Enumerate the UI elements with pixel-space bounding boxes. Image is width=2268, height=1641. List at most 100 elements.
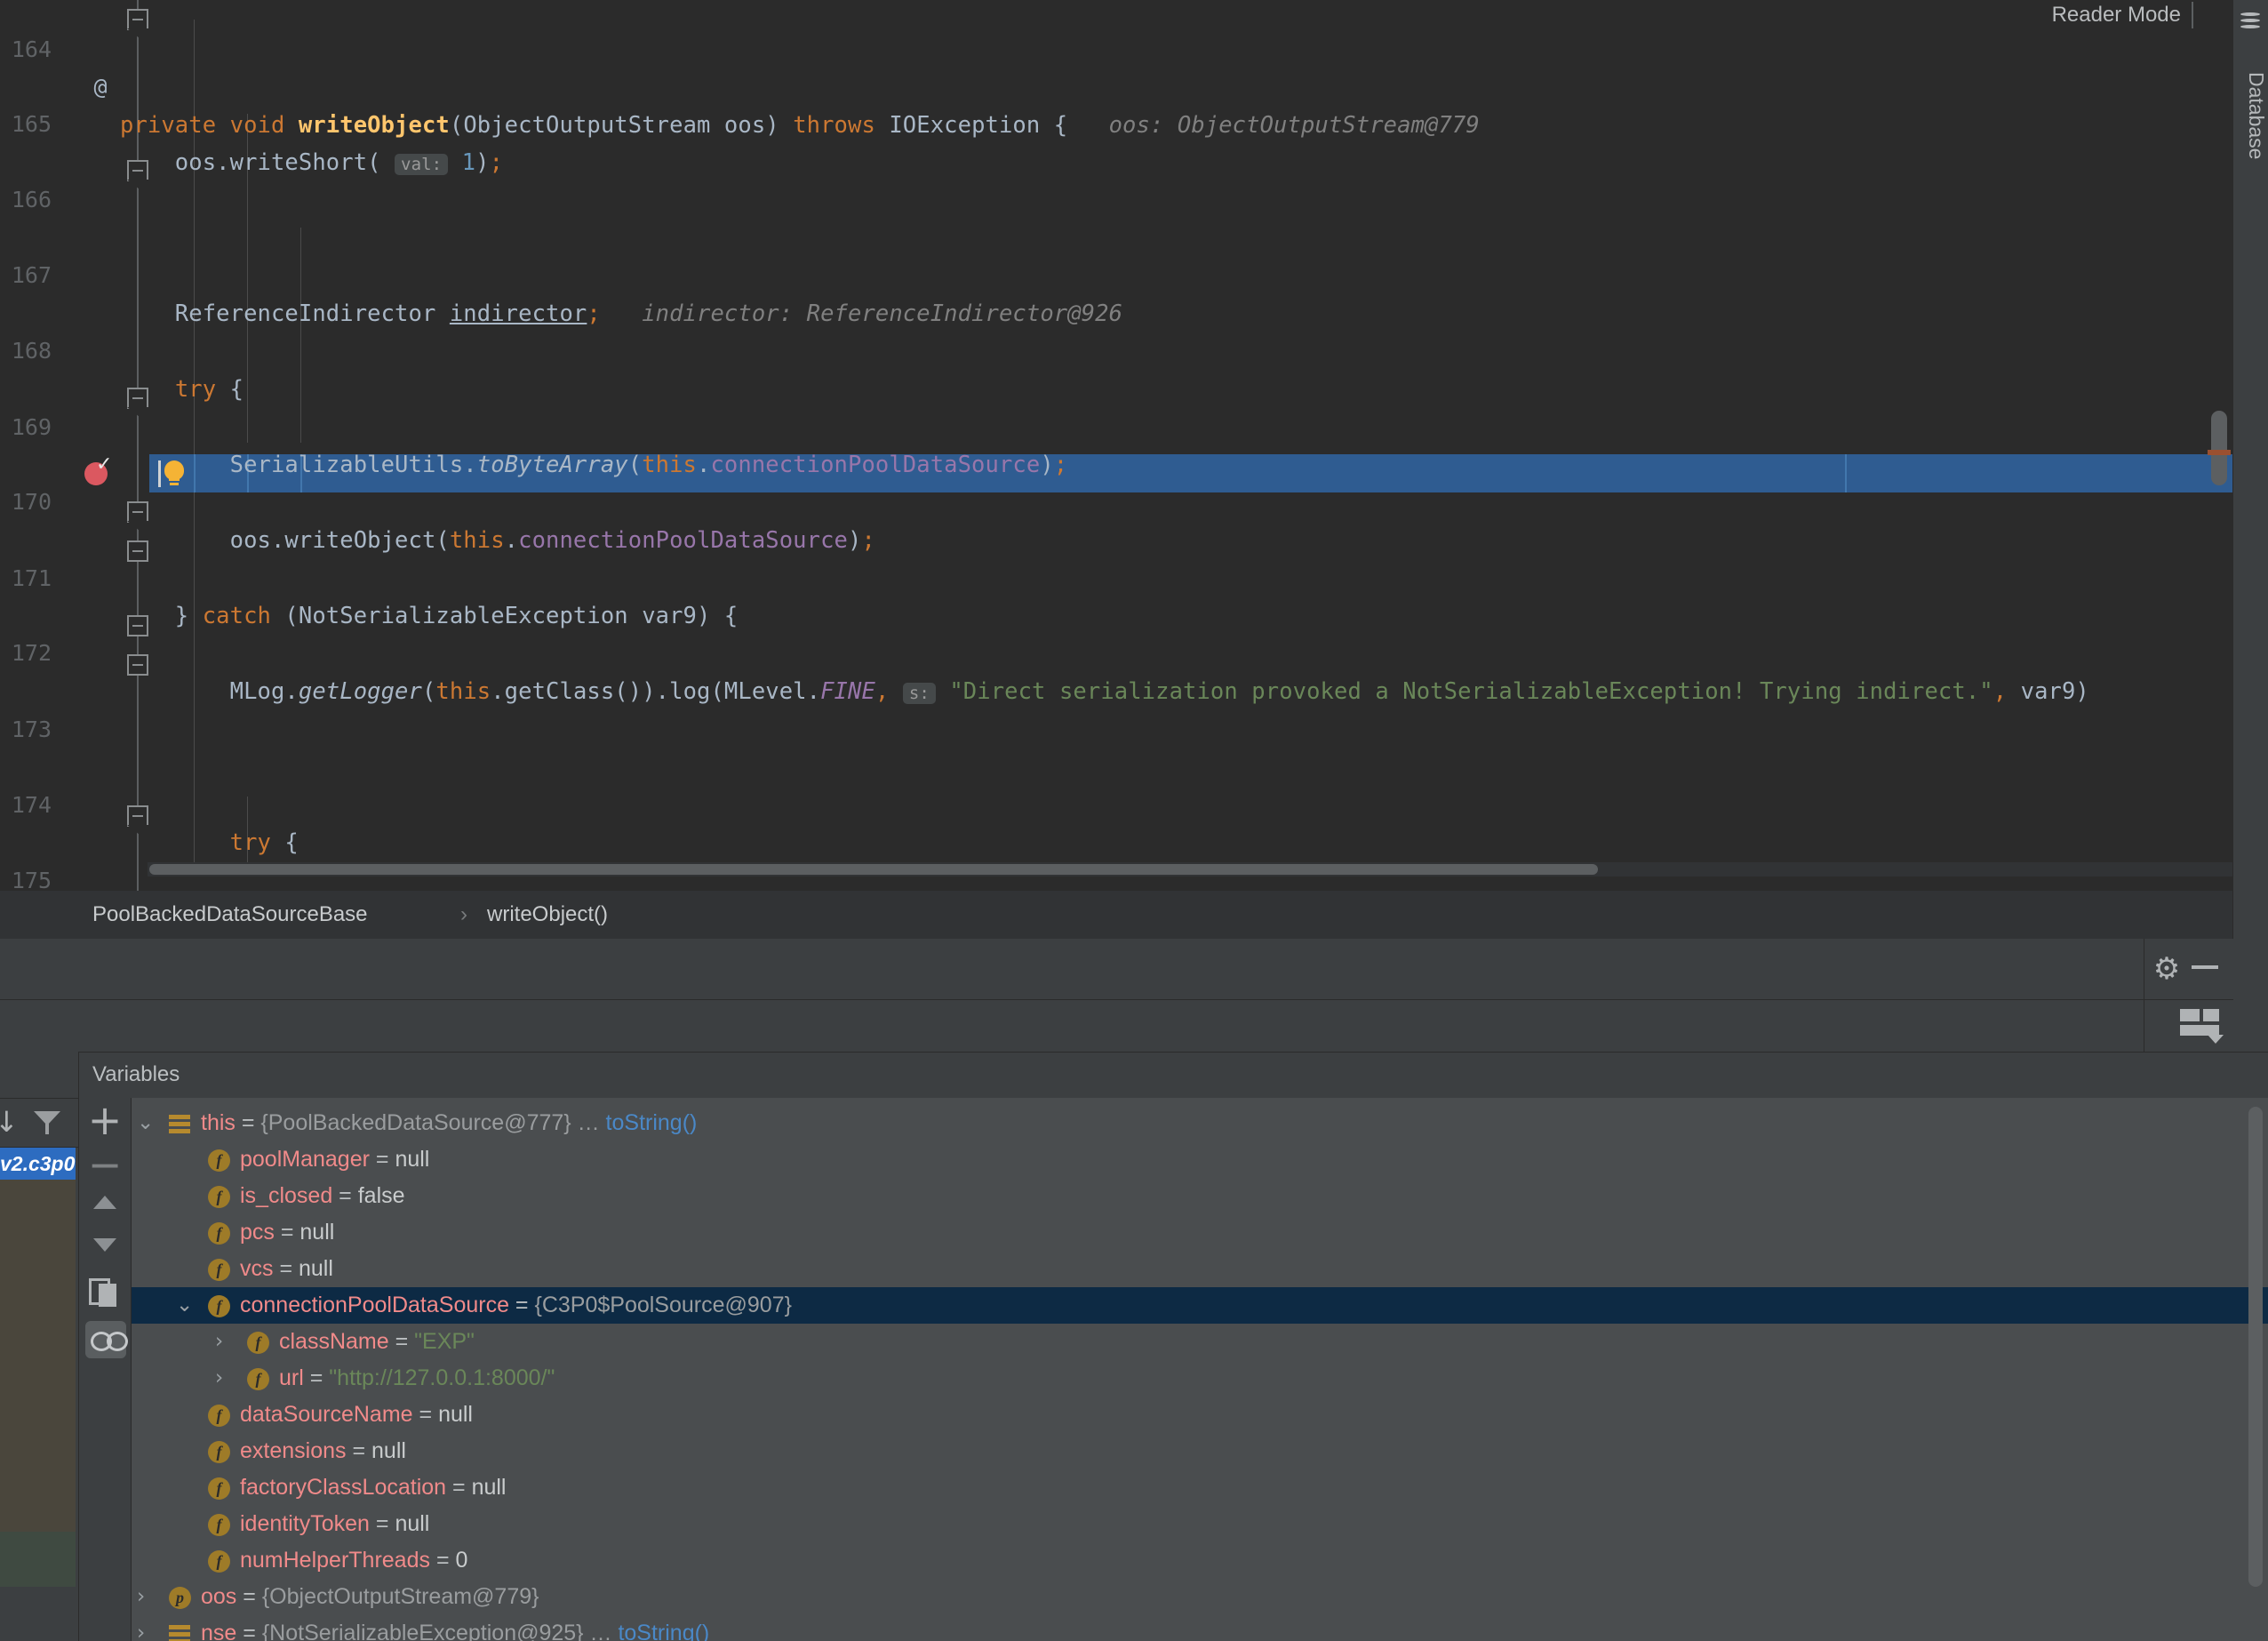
copy-icon[interactable] (89, 1278, 123, 1309)
variable-name: extensions (240, 1438, 347, 1463)
line-number: 167 (11, 262, 52, 289)
field-badge-icon: f (208, 1550, 230, 1573)
tool-window-database[interactable]: Database (2232, 36, 2268, 196)
breadcrumb-class[interactable]: PoolBackedDataSourceBase (92, 891, 368, 939)
chevron-down-icon[interactable]: ⌄ (176, 1287, 193, 1324)
variable-row[interactable]: ⌄ f connectionPoolDataSource = {C3P0$PoolS… (132, 1287, 2268, 1324)
frames-list-body-2[interactable] (0, 1532, 76, 1587)
variable-equals: = (303, 1365, 330, 1390)
chevron-right-icon[interactable]: › (215, 1360, 223, 1397)
frame-selected[interactable]: v2.c3p0 (0, 1148, 76, 1180)
variable-text: nse = {NotSerializableException@925} … t… (201, 1615, 709, 1641)
variable-text: oos = {ObjectOutputStream@779} (201, 1579, 539, 1615)
editor-line: 164 @ private void writeObject(ObjectOut… (0, 0, 2232, 139)
code-editor[interactable]: ✓ 164 @ private void writeObject(ObjectO… (0, 0, 2232, 891)
variable-row[interactable]: f dataSourceName = null (132, 1397, 2268, 1433)
tab-variables[interactable]: Variables (92, 1052, 180, 1098)
variable-row[interactable]: f numHelperThreads = 0 (132, 1542, 2268, 1579)
field-badge-icon: f (208, 1149, 230, 1172)
variable-text: extensions = null (240, 1433, 406, 1469)
variable-row[interactable]: f vcs = null (132, 1251, 2268, 1287)
variable-name: vcs (240, 1256, 274, 1281)
editor-line: 165 oos.writeShort( val: 1); (0, 68, 2232, 176)
line-number: 172 (11, 640, 52, 667)
variable-row[interactable]: › f url = "http://127.0.0.1:8000/" (132, 1360, 2268, 1397)
variable-text: factoryClassLocation = null (240, 1469, 506, 1506)
debug-toolbar-row1 (0, 939, 2144, 1000)
variable-row[interactable]: › p oos = {ObjectOutputStream@779} (132, 1579, 2268, 1615)
fold-marker-177[interactable] (127, 501, 152, 531)
variable-row[interactable]: › nse = {NotSerializableException@925} … … (132, 1615, 2268, 1641)
frames-list-body[interactable] (0, 1180, 76, 1532)
variables-scrollbar-thumb[interactable] (2248, 1107, 2263, 1587)
layout-icon[interactable] (2180, 1009, 2219, 1036)
variable-name: poolManager (240, 1147, 370, 1172)
chevron-right-icon[interactable]: › (137, 1615, 145, 1641)
variable-row[interactable]: › f className = "EXP" (132, 1324, 2268, 1360)
variable-tostring-link[interactable]: toString() (606, 1110, 698, 1135)
reader-mode-label[interactable]: Reader Mode (2052, 0, 2181, 30)
triangle-up-icon[interactable] (93, 1196, 116, 1209)
variable-value: {NotSerializableException@925} (261, 1621, 584, 1641)
variable-equals: = (346, 1438, 372, 1463)
ide-window: ✓ 164 @ private void writeObject(ObjectO… (0, 0, 2268, 1641)
minimize-icon[interactable] (2192, 965, 2218, 969)
variable-tostring-link[interactable]: toString() (618, 1621, 709, 1641)
variable-row[interactable]: f factoryClassLocation = null (132, 1469, 2268, 1506)
breadcrumb-separator: › (460, 902, 467, 926)
editor-vertical-scrollbar-thumb[interactable] (2211, 411, 2227, 485)
line-number: 164 (11, 36, 52, 62)
field-badge-icon: f (247, 1332, 269, 1354)
debug-toolbar-row2 (0, 1000, 2144, 1052)
editor-error-marker[interactable] (2208, 450, 2231, 455)
line-number: 170 (11, 489, 52, 516)
gear-icon[interactable]: ⚙ (2151, 953, 2183, 985)
editor-line: 166 (0, 143, 2232, 212)
add-watch-button[interactable]: + (87, 1099, 123, 1141)
breadcrumb-method[interactable]: writeObject() (487, 891, 608, 939)
variable-text: vcs = null (240, 1251, 333, 1287)
variable-value: null (471, 1475, 507, 1500)
variable-value: {PoolBackedDataSource@777} (260, 1110, 571, 1135)
variable-equals: = (446, 1475, 472, 1500)
variable-name: this (201, 1110, 236, 1135)
field-badge-icon: f (208, 1405, 230, 1427)
variable-equals: = (508, 1293, 535, 1317)
sort-down-arrow-icon[interactable]: ↓ (0, 1105, 19, 1139)
chevron-down-icon[interactable]: ⌄ (137, 1105, 154, 1141)
editor-horizontal-scrollbar-thumb[interactable] (149, 864, 1598, 875)
variable-text: identityToken = null (240, 1506, 429, 1542)
database-icon (2240, 12, 2260, 32)
chevron-right-icon[interactable]: › (137, 1579, 145, 1615)
remove-watch-button[interactable]: − (87, 1143, 123, 1186)
filter-icon[interactable] (34, 1111, 60, 1134)
indent-guide (300, 228, 301, 443)
variable-text: connectionPoolDataSource = {C3P0$PoolSou… (240, 1287, 792, 1324)
variable-equals: = (332, 1183, 358, 1208)
chevron-down-icon[interactable] (2208, 1035, 2224, 1044)
variable-equals: = (430, 1548, 456, 1573)
field-badge-icon: f (247, 1368, 269, 1390)
variable-name: factoryClassLocation (240, 1475, 447, 1500)
variable-text: numHelperThreads = 0 (240, 1542, 467, 1579)
variable-equals: = (273, 1256, 299, 1281)
variable-row[interactable]: f poolManager = null (132, 1141, 2268, 1178)
variable-row[interactable]: f is_closed = false (132, 1178, 2268, 1214)
variables-tree[interactable]: ⌄ this = {PoolBackedDataSource@777} … toS… (132, 1098, 2268, 1641)
variable-row[interactable]: f pcs = null (132, 1214, 2268, 1251)
editor-line: 172 MLog.getLogger(this.getClass()).log(… (0, 597, 2232, 705)
variable-row[interactable]: f identityToken = null (132, 1506, 2268, 1542)
field-badge-icon: f (208, 1441, 230, 1463)
variable-name: connectionPoolDataSource (240, 1293, 509, 1317)
variable-value: null (299, 1256, 333, 1281)
variable-row[interactable]: f extensions = null (132, 1433, 2268, 1469)
variable-row[interactable]: ⌄ this = {PoolBackedDataSource@777} … toS… (132, 1105, 2268, 1141)
triangle-down-icon[interactable] (93, 1238, 116, 1252)
field-badge-icon: f (208, 1186, 230, 1208)
chevron-right-icon[interactable]: › (215, 1324, 223, 1360)
field-badge-icon: f (208, 1514, 230, 1536)
parameter-badge-icon: p (169, 1587, 191, 1609)
variable-text: poolManager = null (240, 1141, 429, 1178)
variable-equals: = (369, 1511, 395, 1536)
variable-value: {C3P0$PoolSource@907} (534, 1293, 792, 1317)
